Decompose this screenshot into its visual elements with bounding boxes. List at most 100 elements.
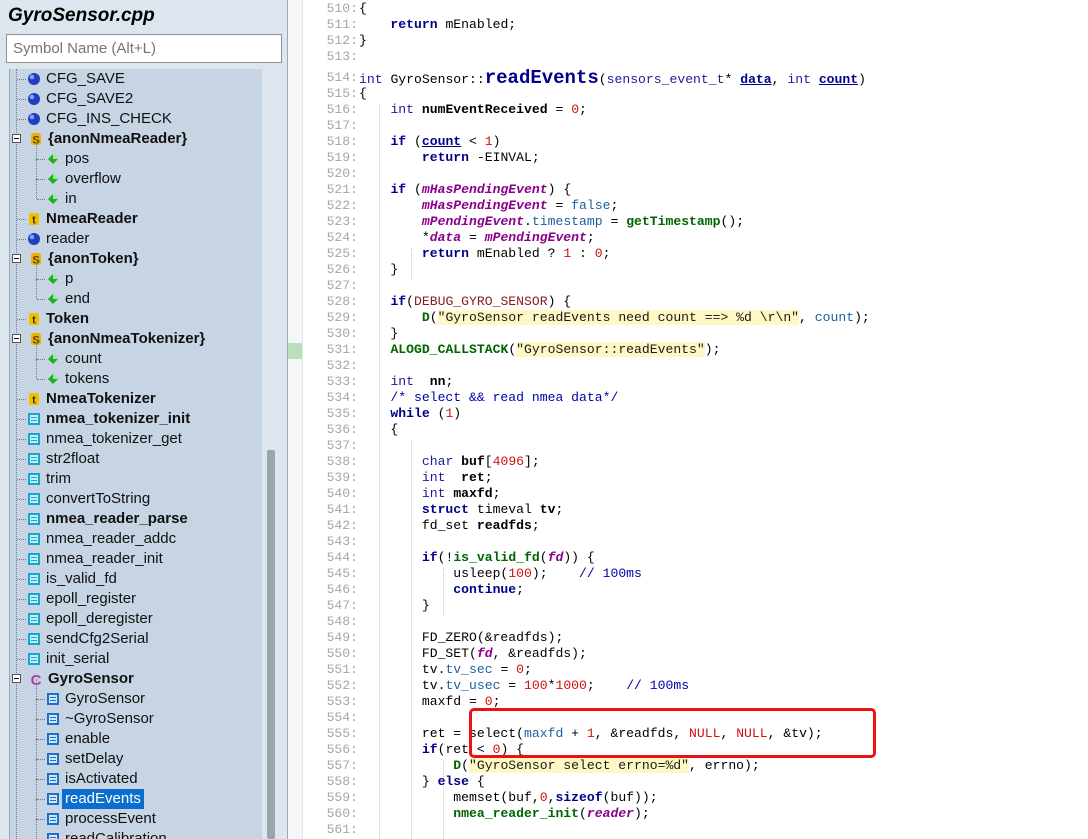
code-line[interactable]: 512:} — [288, 33, 1088, 49]
code-line[interactable]: 557: D("GyroSensor select errno=%d", err… — [288, 758, 1088, 774]
symbol-tree-item[interactable]: t NmeaReader — [10, 209, 262, 229]
symbol-tree-item[interactable]: isActivated — [10, 759, 262, 789]
code-line[interactable]: 515:{ — [288, 86, 1088, 102]
code-line[interactable]: 540: int maxfd; — [288, 486, 1088, 502]
code-line[interactable]: 521: if (mHasPendingEvent) { — [288, 182, 1088, 198]
symbol-tree-item[interactable]: nmea_tokenizer_get — [10, 429, 262, 449]
code-line[interactable]: 558: } else { — [288, 774, 1088, 790]
code-line[interactable]: 544: if(!is_valid_fd(fd)) { — [288, 550, 1088, 566]
code-line[interactable]: 539: int ret; — [288, 470, 1088, 486]
code-line[interactable]: 527: — [288, 278, 1088, 294]
symbol-tree-item[interactable]: CFG_INS_CHECK — [10, 109, 262, 129]
symbol-tree-item[interactable]: overflow — [10, 159, 262, 189]
code-line[interactable]: 513: — [288, 49, 1088, 65]
code-line[interactable]: 552: tv.tv_usec = 100*1000; // 100ms — [288, 678, 1088, 694]
code-token: int — [390, 102, 422, 117]
code-line[interactable]: 514: int GyroSensor::readEvents(sensors_e… — [288, 69, 1088, 88]
symbol-tree-item[interactable]: tokens — [10, 359, 262, 389]
collapse-toggle-icon[interactable] — [12, 674, 21, 683]
collapse-toggle-icon[interactable] — [12, 334, 21, 343]
symbol-tree-item[interactable]: sendCfg2Serial — [10, 629, 262, 649]
line-number: 547: — [326, 598, 358, 613]
symbol-tree-item[interactable]: ~GyroSensor — [10, 699, 262, 729]
code-token: count — [814, 310, 855, 325]
symbol-tree-item[interactable]: readCalibration — [10, 819, 262, 839]
symbol-tree-item[interactable]: end — [10, 279, 262, 309]
symbol-tree-item[interactable]: nmea_tokenizer_init — [10, 409, 262, 429]
symbol-tree-item[interactable]: processEvent — [10, 799, 262, 829]
collapse-toggle-icon[interactable] — [12, 254, 21, 263]
code-line[interactable]: 532: — [288, 358, 1088, 374]
code-token: maxfd = — [359, 694, 485, 709]
code-line[interactable]: 525: return mEnabled ? 1 : 0; — [288, 246, 1088, 262]
code-line[interactable]: 548: — [288, 614, 1088, 630]
code-line[interactable]: 541: struct timeval tv; — [288, 502, 1088, 518]
code-line[interactable]: 535: while (1) — [288, 406, 1088, 422]
symbol-tree-item[interactable]: readEvents — [10, 779, 262, 809]
code-line[interactable]: 520: — [288, 166, 1088, 182]
symbol-tree-item[interactable]: setDelay — [10, 739, 262, 769]
symbol-tree-item[interactable]: reader — [10, 229, 262, 249]
code-line[interactable]: 511: return mEnabled; — [288, 17, 1088, 33]
symbol-tree-item[interactable]: nmea_reader_init — [10, 549, 262, 569]
code-editor[interactable]: 510:{511: return mEnabled; 512:} 513: 514: i… — [288, 0, 1088, 839]
symbol-tree-item[interactable]: epoll_deregister — [10, 609, 262, 629]
code-line[interactable]: 528: if(DEBUG_GYRO_SENSOR) { — [288, 294, 1088, 310]
code-line[interactable]: 518: if (count < 1) — [288, 134, 1088, 150]
code-line[interactable]: 522: mHasPendingEvent = false; — [288, 198, 1088, 214]
line-number: 510: — [326, 1, 358, 16]
code-line[interactable]: 543: — [288, 534, 1088, 550]
symbol-tree-item[interactable]: S {anonToken} — [10, 249, 262, 269]
code-line[interactable]: 524: *data = mPendingEvent; — [288, 230, 1088, 246]
symbol-tree-item[interactable]: trim — [10, 469, 262, 489]
code-line[interactable]: 547: } — [288, 598, 1088, 614]
symbol-tree-item[interactable]: str2float — [10, 449, 262, 469]
symbol-tree-item[interactable]: nmea_reader_addc — [10, 529, 262, 549]
code-line[interactable]: 550: FD_SET(fd, &readfds); — [288, 646, 1088, 662]
code-line[interactable]: 549: FD_ZERO(&readfds); — [288, 630, 1088, 646]
code-line[interactable]: 529: D("GyroSensor readEvents need count… — [288, 310, 1088, 326]
tree-scrollbar[interactable] — [267, 450, 275, 839]
code-line[interactable]: 523: mPendingEvent.timestamp = getTimest… — [288, 214, 1088, 230]
collapse-toggle-icon[interactable] — [12, 134, 21, 143]
code-line[interactable]: 530: } — [288, 326, 1088, 342]
code-line[interactable]: 542: fd_set readfds; — [288, 518, 1088, 534]
symbol-tree-item[interactable]: CFG_SAVE — [10, 69, 262, 89]
symbol-tree-item[interactable]: epoll_register — [10, 589, 262, 609]
code-line[interactable]: 561: — [288, 822, 1088, 838]
symbol-tree-item[interactable]: p — [10, 259, 262, 289]
code-line[interactable]: 510:{ — [288, 1, 1088, 17]
symbol-tree-item[interactable]: in — [10, 179, 262, 209]
symbol-tree-item[interactable]: init_serial — [10, 649, 262, 669]
code-line[interactable]: 516: int numEventReceived = 0; — [288, 102, 1088, 118]
code-line[interactable]: 519: return -EINVAL; — [288, 150, 1088, 166]
code-line[interactable]: 526: } — [288, 262, 1088, 278]
code-line[interactable]: 536: { — [288, 422, 1088, 438]
code-line[interactable]: 537: — [288, 438, 1088, 454]
code-line[interactable]: 517: — [288, 118, 1088, 134]
symbol-tree-item[interactable]: C GyroSensor — [10, 669, 262, 689]
code-line[interactable]: 531: ALOGD_CALLSTACK("GyroSensor::readEv… — [288, 342, 1088, 358]
symbol-tree-item[interactable]: GyroSensor — [10, 679, 262, 709]
symbol-tree-item[interactable]: S {anonNmeaReader} — [10, 129, 262, 149]
code-line[interactable]: 551: tv.tv_sec = 0; — [288, 662, 1088, 678]
code-line[interactable]: 545: usleep(100); // 100ms — [288, 566, 1088, 582]
symbol-search-input[interactable] — [6, 34, 282, 63]
line-number: 519: — [326, 150, 358, 165]
symbol-tree-item[interactable]: t Token — [10, 309, 262, 329]
code-line[interactable]: 533: int nn; — [288, 374, 1088, 390]
symbol-tree-item[interactable]: count — [10, 339, 262, 369]
code-line[interactable]: 546: continue; — [288, 582, 1088, 598]
symbol-tree-item[interactable]: enable — [10, 719, 262, 749]
code-line[interactable]: 538: char buf[4096]; — [288, 454, 1088, 470]
code-line[interactable]: 534: /* select && read nmea data*/ — [288, 390, 1088, 406]
symbol-tree-item[interactable]: pos — [10, 139, 262, 169]
symbol-tree-item[interactable]: convertToString — [10, 489, 262, 509]
symbol-tree-item[interactable]: S {anonNmeaTokenizer} — [10, 329, 262, 349]
symbol-tree-item[interactable]: is_valid_fd — [10, 569, 262, 589]
code-line[interactable]: 560: nmea_reader_init(reader); — [288, 806, 1088, 822]
symbol-tree-item[interactable]: t NmeaTokenizer — [10, 389, 262, 409]
symbol-tree-item[interactable]: CFG_SAVE2 — [10, 89, 262, 109]
code-line[interactable]: 559: memset(buf,0,sizeof(buf)); — [288, 790, 1088, 806]
symbol-tree-item[interactable]: nmea_reader_parse — [10, 509, 262, 529]
